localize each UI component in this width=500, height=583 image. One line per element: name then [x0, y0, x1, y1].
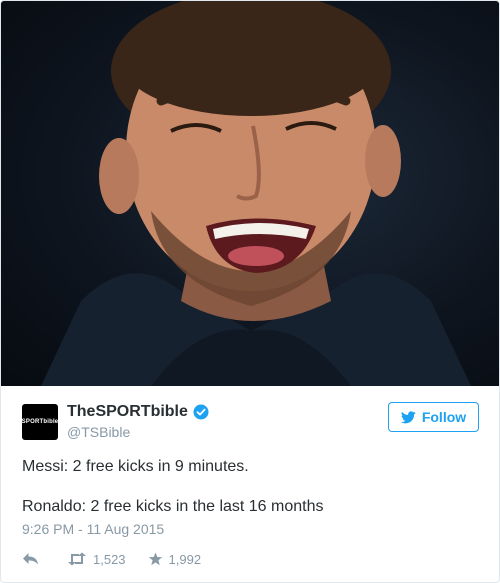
tweet-line-gap [22, 477, 482, 497]
twitter-bird-icon [400, 410, 416, 423]
author-name[interactable]: TheSPORTbible [67, 403, 188, 421]
avatar[interactable]: SPORTbible [22, 404, 58, 440]
author-name-row[interactable]: TheSPORTbible [67, 403, 209, 421]
verified-icon [193, 404, 209, 420]
tweet-card: SPORTbible TheSPORTbible @TSBible Follow… [0, 0, 500, 583]
tweet-text: Messi: 2 free kicks in 9 minutes. Ronald… [22, 457, 482, 517]
like-button[interactable]: 1,992 [148, 551, 202, 567]
retweet-count: 1,523 [93, 551, 126, 567]
reply-icon [23, 553, 38, 565]
like-icon [148, 552, 162, 566]
follow-button[interactable]: Follow [388, 402, 479, 432]
tweet-line-1: Messi: 2 free kicks in 9 minutes. [22, 458, 249, 475]
tweet-photo[interactable] [1, 1, 499, 386]
reply-button[interactable] [22, 552, 45, 566]
tweet-line-2: Ronaldo: 2 free kicks in the last 16 mon… [22, 498, 324, 515]
tweet-actions: 1,523 1,992 [22, 549, 223, 569]
tweet-header: SPORTbible TheSPORTbible @TSBible Follow [1, 386, 499, 444]
follow-label: Follow [421, 409, 467, 425]
photo-illustration [41, 1, 471, 386]
tweet-timestamp[interactable]: 9:26 PM - 11 Aug 2015 [22, 521, 164, 537]
retweet-button[interactable]: 1,523 [67, 552, 126, 567]
retweet-icon [68, 552, 86, 566]
avatar-text: SPORTbible [21, 419, 59, 425]
like-count: 1,992 [168, 551, 202, 567]
author-handle[interactable]: @TSBible [67, 424, 130, 440]
